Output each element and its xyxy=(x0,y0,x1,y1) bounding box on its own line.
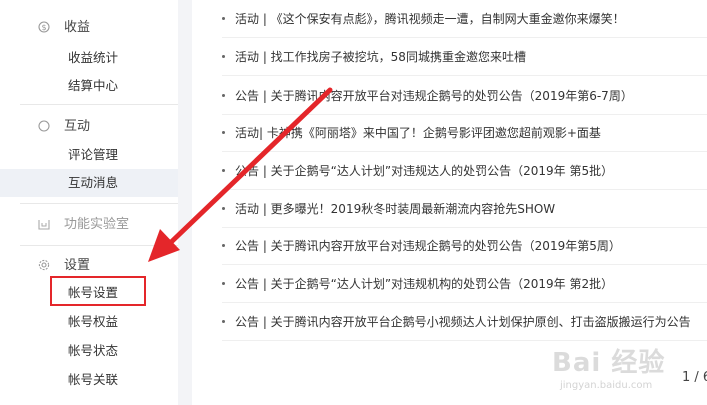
announcement-item[interactable]: 活动 | 《这个保安有点彪》，腾讯视频走一遭，自制网大重金邀你来爆笑！ xyxy=(222,1,707,38)
announcement-text: 公告 | 关于企鹅号“达人计划”对违规机构的处罚公告（2019年 第2批） xyxy=(235,277,614,291)
sidebar-item-account-status[interactable]: 帐号状态 xyxy=(0,337,178,365)
sidebar: $ 收益 收益统计 结算中心 互动 评论管理 互动消息 功能实验室 设置 帐号设… xyxy=(0,0,178,405)
lab-icon xyxy=(38,218,50,230)
announcement-text: 公告 | 关于腾讯内容开放平台对违规企鹅号的处罚公告（2019年第5周） xyxy=(235,239,621,253)
svg-text:$: $ xyxy=(41,23,46,32)
announcement-item[interactable]: 公告 | 关于企鹅号“达人计划”对违规机构的处罚公告（2019年 第2批） xyxy=(222,266,707,303)
sidebar-group-label: 互动 xyxy=(64,119,91,134)
bullet-icon xyxy=(222,244,225,247)
divider xyxy=(20,104,178,105)
sidebar-item-comments[interactable]: 评论管理 xyxy=(0,141,178,169)
bullet-icon xyxy=(222,207,225,210)
announcement-item[interactable]: 活动| 卡神携《阿丽塔》来中国了！企鹅号影评团邀您超前观影+面基 xyxy=(222,115,707,152)
bullet-icon xyxy=(222,131,225,134)
circle-icon xyxy=(38,120,50,132)
sidebar-item-account-settings[interactable]: 帐号设置 xyxy=(0,279,178,307)
bullet-icon xyxy=(222,55,225,58)
gear-icon xyxy=(38,259,50,271)
bullet-icon xyxy=(222,169,225,172)
announcement-text: 活动 | 更多曝光！2019秋冬时装周最新潮流内容抢先SHOW xyxy=(235,202,556,216)
announcement-item[interactable]: 公告 | 关于腾讯内容开放平台对违规企鹅号的处罚公告（2019年第5周） xyxy=(222,228,707,265)
announcement-text: 活动| 卡神携《阿丽塔》来中国了！企鹅号影评团邀您超前观影+面基 xyxy=(235,126,601,140)
bullet-icon xyxy=(222,320,225,323)
divider xyxy=(20,203,178,204)
sidebar-item-earnings-stats[interactable]: 收益统计 xyxy=(0,44,178,72)
announcement-item[interactable]: 公告 | 关于腾讯内容开放平台企鹅号小视频达人计划保护原创、打击盗版搬运行为公告 xyxy=(222,304,707,341)
sidebar-group-label: 收益 xyxy=(64,20,91,35)
announcement-item[interactable]: 活动 | 更多曝光！2019秋冬时装周最新潮流内容抢先SHOW xyxy=(222,191,707,228)
bullet-icon xyxy=(222,17,225,20)
announcement-text: 公告 | 关于腾讯内容开放平台对违规企鹅号的处罚公告（2019年第6-7周） xyxy=(235,89,633,103)
announcement-text: 公告 | 关于企鹅号“达人计划”对违规达人的处罚公告（2019年 第5批） xyxy=(235,164,614,178)
dollar-circle-icon: $ xyxy=(38,21,50,33)
pagination-indicator: 1 / 6 xyxy=(682,370,707,385)
announcement-item[interactable]: 公告 | 关于腾讯内容开放平台对违规企鹅号的处罚公告（2019年第6-7周） xyxy=(222,78,707,115)
content-gap xyxy=(178,0,192,405)
sidebar-group-label: 功能实验室 xyxy=(64,217,130,232)
announcement-text: 活动 | 找工作找房子被挖坑，58同城携重金邀您来吐槽 xyxy=(235,50,526,64)
sidebar-item-account-link[interactable]: 帐号关联 xyxy=(0,366,178,394)
sidebar-item-messages[interactable]: 互动消息 xyxy=(0,169,178,197)
sidebar-item-account-rights[interactable]: 帐号权益 xyxy=(0,308,178,336)
bullet-icon xyxy=(222,94,225,97)
divider xyxy=(20,245,178,246)
sidebar-group-label: 设置 xyxy=(64,258,91,273)
announcement-text: 公告 | 关于腾讯内容开放平台企鹅号小视频达人计划保护原创、打击盗版搬运行为公告 xyxy=(235,315,691,329)
announcement-panel: 活动 | 《这个保安有点彪》，腾讯视频走一遭，自制网大重金邀你来爆笑！ 活动 |… xyxy=(192,0,707,405)
announcement-text: 活动 | 《这个保安有点彪》，腾讯视频走一遭，自制网大重金邀你来爆笑！ xyxy=(235,12,625,26)
announcement-item[interactable]: 活动 | 找工作找房子被挖坑，58同城携重金邀您来吐槽 xyxy=(222,39,707,76)
announcement-item[interactable]: 公告 | 关于企鹅号“达人计划”对违规达人的处罚公告（2019年 第5批） xyxy=(222,153,707,190)
bullet-icon xyxy=(222,282,225,285)
sidebar-item-settlement[interactable]: 结算中心 xyxy=(0,72,178,100)
